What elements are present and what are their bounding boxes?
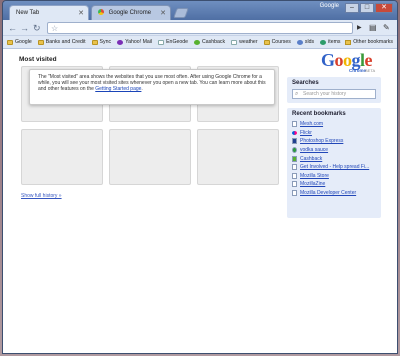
toolbar: ← → ↻ ☆ ▶ ▤ ✎ [3, 20, 397, 36]
recent-bookmark-item[interactable]: vodka sauce [287, 146, 381, 155]
chrome-icon [98, 9, 104, 16]
bookmark-item[interactable]: Cashback [194, 39, 225, 45]
page-icon [292, 181, 297, 188]
address-bar[interactable]: ☆ [47, 22, 353, 34]
bookmark-item[interactable]: items [320, 39, 341, 45]
page-menu-icon[interactable]: ▤ [369, 23, 377, 33]
cashback-icon [292, 155, 297, 162]
searches-title: Searches [292, 80, 319, 86]
back-arrow-icon[interactable]: ← [8, 23, 17, 33]
close-icon[interactable]: ✕ [78, 6, 84, 21]
go-icon[interactable]: ▶ [357, 23, 362, 33]
bookmark-item[interactable]: Sync [91, 39, 111, 45]
recent-bookmark-item[interactable]: Mozilla Store [287, 172, 381, 181]
recent-bookmark-item[interactable]: MozillaZine [287, 180, 381, 189]
google-chrome-logo: Google Chrome BETA [321, 51, 383, 73]
logo-letter: g [351, 50, 361, 70]
bookmark-item[interactable]: Yahoo! Mail [117, 39, 152, 45]
close-icon[interactable]: ✕ [160, 6, 166, 21]
title-bar: New Tab ✕ Google Chrome ✕ Google – □ ✕ [3, 1, 397, 20]
bookmark-item[interactable]: weather [231, 39, 258, 45]
folder-icon [37, 39, 44, 45]
page-icon [292, 190, 297, 197]
green-dot-icon [292, 147, 297, 154]
bookmark-item[interactable]: slds [296, 39, 314, 45]
recent-bookmark-item[interactable]: Get Involved - Help spread Fi... [287, 163, 381, 172]
url-input[interactable] [62, 23, 332, 33]
most-visited-tile[interactable] [197, 129, 279, 185]
forward-arrow-icon[interactable]: → [20, 23, 29, 33]
yahoo-icon [117, 39, 124, 45]
search-icon: ⌕ [295, 91, 299, 97]
bookmark-item[interactable]: EnGeode [158, 39, 188, 45]
page-icon [158, 39, 165, 45]
bookmark-item[interactable]: Courses [263, 39, 291, 45]
logo-chrome-label: Chrome [349, 68, 367, 73]
window-app-label: Google [319, 3, 339, 9]
folder-icon [345, 39, 352, 45]
photoshop-icon [292, 138, 297, 145]
recent-bookmark-item[interactable]: Cashback [287, 154, 381, 163]
tab-label: New Tab [16, 10, 40, 16]
reload-icon[interactable]: ↻ [33, 23, 41, 33]
page-icon [292, 164, 297, 171]
logo-letter: G [321, 50, 335, 70]
folder-icon [263, 39, 270, 45]
most-visited-notice: The "Most visited" area shows the websit… [29, 69, 275, 105]
flickr-icon [292, 130, 297, 135]
minimize-button[interactable]: – [345, 3, 359, 13]
recent-bookmarks-title: Recent bookmarks [292, 111, 346, 117]
most-visited-tile[interactable] [21, 129, 103, 185]
new-tab-button[interactable] [173, 8, 189, 18]
recent-bookmark-item[interactable]: Flickr [287, 129, 381, 138]
favicon-icon [320, 39, 327, 45]
bookmark-item[interactable]: Google [7, 39, 32, 45]
logo-beta-label: BETA [365, 68, 376, 73]
folder-icon [91, 39, 98, 45]
recent-bookmarks-panel: Recent bookmarks Mesh.com Flickr Photosh… [287, 108, 381, 218]
page-icon [231, 39, 238, 45]
folder-icon [7, 39, 13, 45]
bookmarks-bar: Google Banks and Credit Sync Yahoo! Mail… [3, 36, 397, 49]
recent-bookmark-item[interactable]: Photoshop Express [287, 137, 381, 146]
cashback-icon [194, 39, 201, 45]
logo-letter: o [343, 50, 352, 70]
notice-text: The "Most visited" area shows the websit… [38, 74, 266, 93]
tab-label: Google Chrome [108, 10, 152, 16]
notice-end: . [141, 86, 143, 93]
star-icon[interactable]: ☆ [51, 23, 58, 34]
bookmark-item[interactable]: Banks and Credit [37, 39, 86, 45]
maximize-button[interactable]: □ [360, 3, 374, 13]
history-search-input[interactable]: ⌕ Search your history [292, 89, 376, 99]
google-logo-text: Google [321, 51, 383, 69]
wrench-icon[interactable]: ✎ [383, 23, 390, 33]
favicon-icon [296, 39, 303, 45]
tab-new-tab[interactable]: New Tab ✕ [9, 5, 89, 20]
recent-bookmark-item[interactable]: Mozilla Developer Center [287, 189, 381, 198]
browser-window: New Tab ✕ Google Chrome ✕ Google – □ ✕ ←… [2, 0, 398, 354]
new-tab-page: Most visited The "Most visited" area sho… [3, 49, 397, 353]
search-placeholder: Search your history [303, 91, 347, 97]
tab-google-chrome[interactable]: Google Chrome ✕ [91, 5, 171, 20]
show-full-history-link[interactable]: Show full history » [21, 193, 62, 199]
logo-letter: e [364, 50, 373, 70]
page-icon [292, 172, 297, 179]
most-visited-tile[interactable] [109, 129, 191, 185]
searches-panel: Searches ⌕ Search your history [287, 77, 381, 103]
page-icon [292, 121, 297, 128]
logo-letter: o [334, 50, 344, 70]
close-window-button[interactable]: ✕ [375, 3, 393, 13]
other-bookmarks[interactable]: Other bookmarks [345, 39, 393, 45]
getting-started-link[interactable]: Getting Started page [95, 86, 141, 92]
recent-bookmark-item[interactable]: Mesh.com [287, 120, 381, 129]
window-controls: – □ ✕ [345, 3, 393, 13]
most-visited-title: Most visited [19, 56, 57, 63]
